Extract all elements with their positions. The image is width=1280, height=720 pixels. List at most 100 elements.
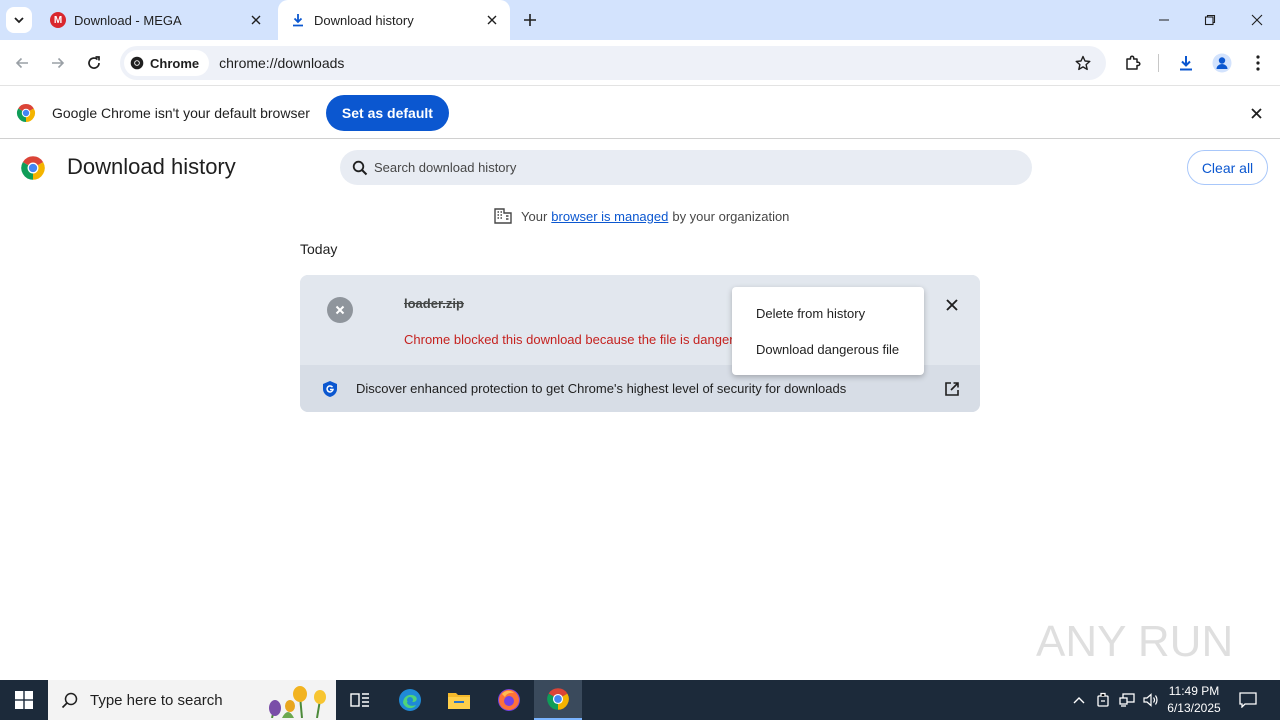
download-icon — [1180, 56, 1192, 71]
infobar-close-button[interactable] — [1246, 103, 1266, 123]
downloads-button[interactable] — [1172, 49, 1200, 77]
star-icon — [1075, 55, 1091, 71]
infobar-message: Google Chrome isn't your default browser — [52, 104, 310, 121]
chrome-logo-icon — [16, 103, 36, 122]
extensions-button[interactable] — [1119, 49, 1147, 77]
close-window-button[interactable] — [1234, 0, 1280, 40]
open-in-new-button[interactable] — [942, 379, 962, 399]
close-icon — [487, 15, 497, 25]
anyrun-watermark: ANY RUN — [1036, 617, 1233, 666]
clock-date: 6/13/2025 — [1167, 701, 1221, 715]
tab-mega[interactable]: M Download - MEGA — [38, 0, 274, 40]
chrome-icon — [547, 688, 569, 710]
search-box[interactable] — [340, 150, 1032, 185]
blocked-file-icon — [327, 297, 353, 323]
chevron-down-icon — [14, 17, 24, 24]
new-tab-button[interactable] — [518, 8, 542, 32]
search-icon — [352, 160, 368, 175]
task-view-icon — [350, 693, 369, 707]
enhanced-protection-text: Discover enhanced protection to get Chro… — [356, 381, 847, 396]
download-filename[interactable]: loader.zip — [404, 296, 464, 311]
flowers-decoration-icon — [269, 686, 326, 718]
plus-icon — [524, 14, 536, 26]
set-as-default-button[interactable]: Set as default — [325, 94, 449, 131]
chrome-icon — [130, 56, 144, 70]
show-hidden-icons-button[interactable] — [1068, 680, 1090, 720]
close-icon — [1250, 107, 1262, 119]
folder-icon — [448, 693, 470, 709]
toolbar-separator — [1158, 54, 1159, 72]
url-text[interactable]: chrome://downloads — [219, 55, 1068, 71]
restore-icon — [1204, 14, 1216, 26]
arrow-left-icon — [15, 57, 28, 69]
back-button[interactable] — [8, 49, 36, 77]
menu-item-delete-from-history[interactable]: Delete from history — [732, 295, 924, 331]
tab-close-button[interactable] — [244, 8, 268, 32]
menu-item-download-dangerous-file[interactable]: Download dangerous file — [732, 331, 924, 367]
tab-title: Download - MEGA — [74, 12, 182, 28]
reload-button[interactable] — [80, 49, 108, 77]
site-info-chip[interactable]: Chrome — [124, 50, 210, 76]
managed-prefix: Your — [521, 208, 548, 224]
browser-window: M Download - MEGA Download history Chrom… — [0, 0, 1280, 720]
close-icon — [946, 299, 958, 311]
tab-download-history[interactable]: Download history — [278, 0, 510, 40]
chevron-up-icon — [1073, 697, 1085, 704]
tab-title: Download history — [314, 12, 414, 28]
arrow-right-icon — [52, 57, 65, 69]
task-view-button[interactable] — [336, 680, 384, 720]
tab-search-button[interactable] — [6, 7, 32, 33]
toolbar: Chrome chrome://downloads — [0, 40, 1280, 86]
taskbar-file-explorer[interactable] — [435, 680, 483, 720]
windows-logo-icon — [15, 691, 33, 709]
taskbar-search[interactable]: Type here to search — [48, 680, 336, 720]
tray-device-button[interactable] — [1092, 680, 1114, 720]
tab-strip: M Download - MEGA Download history — [0, 0, 1280, 40]
date-section-heading: Today — [300, 241, 338, 257]
chip-label: Chrome — [150, 55, 200, 71]
tray-network-button[interactable] — [1116, 680, 1138, 720]
download-status: Chrome blocked this download because the… — [404, 332, 734, 347]
edge-icon — [399, 689, 421, 711]
reload-icon — [88, 56, 100, 69]
default-browser-infobar: Google Chrome isn't your default browser… — [0, 87, 1280, 139]
managed-suffix: by your organization — [672, 208, 790, 224]
notifications-button[interactable] — [1234, 680, 1262, 720]
close-icon — [251, 15, 261, 25]
forward-button[interactable] — [44, 49, 72, 77]
taskbar-edge[interactable] — [386, 680, 434, 720]
managed-link[interactable]: browser is managed — [551, 209, 668, 224]
restore-button[interactable] — [1187, 0, 1233, 40]
taskbar-clock[interactable]: 11:49 PM 6/13/2025 — [1158, 683, 1230, 717]
more-vertical-icon — [1256, 55, 1260, 71]
menu-button[interactable] — [1244, 49, 1272, 77]
bookmark-button[interactable] — [1068, 48, 1098, 78]
avatar-icon — [1212, 53, 1232, 73]
search-input[interactable] — [374, 160, 974, 175]
close-icon — [1251, 14, 1263, 26]
network-icon — [1119, 693, 1135, 707]
watermark-text: ANY RUN — [1036, 617, 1233, 666]
profile-button[interactable] — [1208, 49, 1236, 77]
address-bar[interactable]: Chrome chrome://downloads — [120, 46, 1106, 80]
mega-favicon-letter: M — [50, 12, 66, 28]
taskbar-firefox[interactable] — [485, 680, 533, 720]
minimize-button[interactable] — [1141, 0, 1187, 40]
start-button[interactable] — [0, 680, 48, 720]
managed-notice: Your browser is managed by your organiza… — [494, 208, 789, 224]
tab-close-button[interactable] — [480, 8, 504, 32]
building-icon — [494, 208, 512, 224]
clear-all-button[interactable]: Clear all — [1187, 150, 1268, 185]
open-in-new-icon — [945, 382, 959, 396]
taskbar-chrome[interactable] — [534, 680, 582, 720]
firefox-icon — [498, 689, 520, 711]
device-icon — [1097, 692, 1109, 707]
taskbar: Type here to search 11:49 PM 6/13/2025 — [0, 680, 1280, 720]
minimize-icon — [1159, 19, 1169, 21]
chrome-logo-icon — [21, 156, 45, 180]
puzzle-icon — [1126, 55, 1141, 70]
volume-icon — [1143, 693, 1158, 707]
taskbar-search-placeholder: Type here to search — [90, 691, 223, 709]
remove-download-button[interactable] — [940, 293, 964, 317]
download-favicon-icon — [290, 12, 306, 28]
